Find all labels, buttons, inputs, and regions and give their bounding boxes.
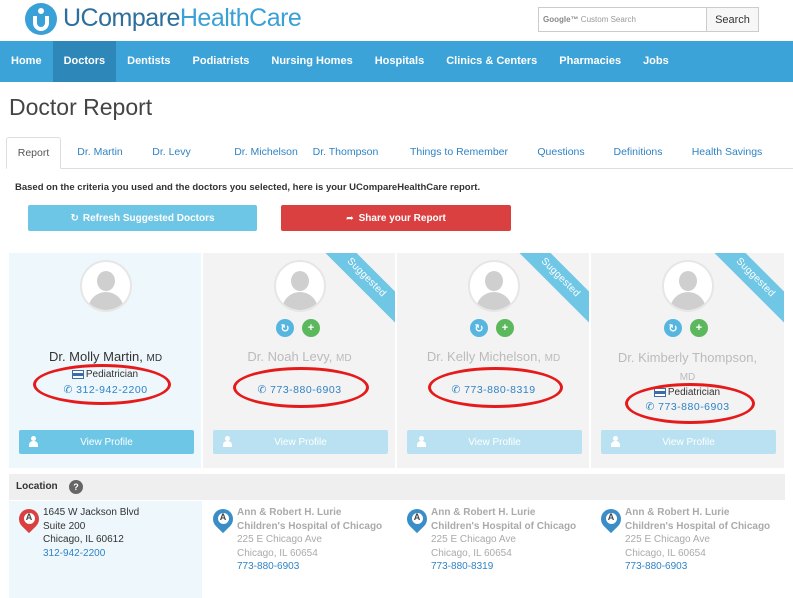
location-phone[interactable]: 773-880-8319 bbox=[431, 560, 581, 574]
tab-dr-martin[interactable]: Dr. Martin bbox=[68, 137, 132, 169]
add-doctor-icon[interactable]: + bbox=[302, 319, 320, 337]
suggested-ribbon: Suggested bbox=[319, 253, 395, 325]
doctor-card-michelson: Suggested ↻ + Dr. Kelly Michelson, MD ✆ … bbox=[397, 253, 590, 468]
nav-dentists[interactable]: Dentists bbox=[116, 41, 181, 82]
add-doctor-icon[interactable]: + bbox=[496, 319, 514, 337]
avatar bbox=[80, 260, 132, 312]
avatar bbox=[662, 260, 714, 312]
location-martin: A 1645 W Jackson Blvd Suite 200 Chicago,… bbox=[9, 501, 202, 598]
doctor-name[interactable]: Dr. Noah Levy, MD bbox=[203, 349, 395, 364]
nav-home[interactable]: Home bbox=[0, 41, 53, 82]
avatar bbox=[468, 260, 520, 312]
location-levy: A Ann & Robert H. Lurie Children's Hospi… bbox=[203, 501, 396, 598]
tab-health-savings[interactable]: Health Savings bbox=[686, 137, 768, 169]
view-profile-button[interactable]: View Profile bbox=[407, 430, 582, 454]
add-doctor-icon[interactable]: + bbox=[690, 319, 708, 337]
user-icon bbox=[223, 436, 232, 447]
address: 1645 W Jackson Blvd Suite 200 Chicago, I… bbox=[43, 507, 140, 561]
suggested-ribbon: Suggested bbox=[513, 253, 589, 325]
doctor-card-thompson: Suggested ↻ + Dr. Kimberly Thompson, MD P… bbox=[591, 253, 785, 468]
view-profile-button[interactable]: View Profile bbox=[601, 430, 776, 454]
nav-nursing-homes[interactable]: Nursing Homes bbox=[260, 41, 363, 82]
location-phone[interactable]: 773-880-6903 bbox=[625, 560, 775, 574]
address: Ann & Robert H. Lurie Children's Hospita… bbox=[625, 506, 775, 574]
report-tabs: Report Dr. Martin Dr. Levy Dr. Michelson… bbox=[6, 137, 793, 169]
location-title: Location bbox=[16, 481, 58, 492]
intro-text: Based on the criteria you used and the d… bbox=[15, 182, 481, 193]
doctor-name[interactable]: Dr. Kimberly Thompson, MD bbox=[591, 349, 784, 387]
view-profile-button[interactable]: View Profile bbox=[19, 430, 194, 454]
search-button[interactable]: Search bbox=[706, 7, 759, 32]
highlight-circle bbox=[625, 383, 755, 424]
highlight-circle bbox=[233, 367, 369, 408]
highlight-circle bbox=[33, 364, 171, 405]
header: UCompareHealthCare Google™ Custom Search… bbox=[0, 0, 793, 40]
tab-report[interactable]: Report bbox=[6, 137, 61, 169]
tab-things-to-remember[interactable]: Things to Remember bbox=[402, 137, 516, 169]
swap-doctor-icon[interactable]: ↻ bbox=[276, 319, 294, 337]
doctor-card-levy: Suggested ↻ + Dr. Noah Levy, MD ✆ 773-88… bbox=[203, 253, 396, 468]
share-icon: ➦ bbox=[346, 212, 354, 223]
page-title: Doctor Report bbox=[9, 94, 153, 120]
refresh-icon: ↻ bbox=[70, 212, 79, 224]
tab-dr-thompson[interactable]: Dr. Thompson bbox=[308, 137, 383, 169]
location-phone[interactable]: 312-942-2200 bbox=[43, 547, 139, 561]
nav-hospitals[interactable]: Hospitals bbox=[364, 41, 436, 82]
avatar bbox=[274, 260, 326, 312]
swap-doctor-icon[interactable]: ↻ bbox=[664, 319, 682, 337]
share-report-button[interactable]: ➦ Share your Report bbox=[281, 205, 511, 231]
tab-dr-michelson[interactable]: Dr. Michelson bbox=[226, 137, 306, 169]
tab-dr-levy[interactable]: Dr. Levy bbox=[144, 137, 199, 169]
map-pin-icon[interactable]: A bbox=[402, 504, 432, 537]
map-pin-icon[interactable]: A bbox=[596, 504, 626, 537]
brand-name[interactable]: UCompareHealthCare bbox=[63, 4, 302, 33]
refresh-suggested-button[interactable]: ↻ Refresh Suggested Doctors bbox=[28, 205, 257, 231]
address: Ann & Robert H. Lurie Children's Hospita… bbox=[237, 506, 387, 574]
help-icon[interactable]: ? bbox=[69, 480, 83, 494]
search-input[interactable]: Google™ Custom Search bbox=[538, 7, 706, 32]
doctor-card-martin: Dr. Molly Martin, MD Pediatrician ✆ 312-… bbox=[9, 253, 202, 468]
doctor-name[interactable]: Dr. Molly Martin, MD bbox=[9, 349, 201, 364]
main-nav: Home Doctors Dentists Podiatrists Nursin… bbox=[0, 41, 793, 82]
tab-questions[interactable]: Questions bbox=[531, 137, 591, 169]
map-pin-icon[interactable]: A bbox=[14, 504, 44, 537]
address: Ann & Robert H. Lurie Children's Hospita… bbox=[431, 506, 581, 574]
suggested-ribbon: Suggested bbox=[708, 253, 784, 325]
doctor-name[interactable]: Dr. Kelly Michelson, MD bbox=[397, 349, 589, 364]
nav-pharmacies[interactable]: Pharmacies bbox=[548, 41, 632, 82]
map-pin-icon[interactable]: A bbox=[208, 504, 238, 537]
user-icon bbox=[611, 436, 620, 447]
view-profile-button[interactable]: View Profile bbox=[213, 430, 388, 454]
location-thompson: A Ann & Robert H. Lurie Children's Hospi… bbox=[591, 501, 784, 598]
nav-clinics[interactable]: Clinics & Centers bbox=[435, 41, 548, 82]
logo-icon[interactable] bbox=[25, 3, 57, 35]
highlight-circle bbox=[428, 367, 563, 408]
nav-podiatrists[interactable]: Podiatrists bbox=[182, 41, 261, 82]
nav-jobs[interactable]: Jobs bbox=[632, 41, 680, 82]
location-phone[interactable]: 773-880-6903 bbox=[237, 560, 387, 574]
nav-doctors[interactable]: Doctors bbox=[52, 41, 117, 82]
user-icon bbox=[29, 436, 38, 447]
user-icon bbox=[417, 436, 426, 447]
location-michelson: A Ann & Robert H. Lurie Children's Hospi… bbox=[397, 501, 590, 598]
tab-definitions[interactable]: Definitions bbox=[606, 137, 670, 169]
location-section-header: Location ? bbox=[9, 474, 785, 500]
swap-doctor-icon[interactable]: ↻ bbox=[470, 319, 488, 337]
